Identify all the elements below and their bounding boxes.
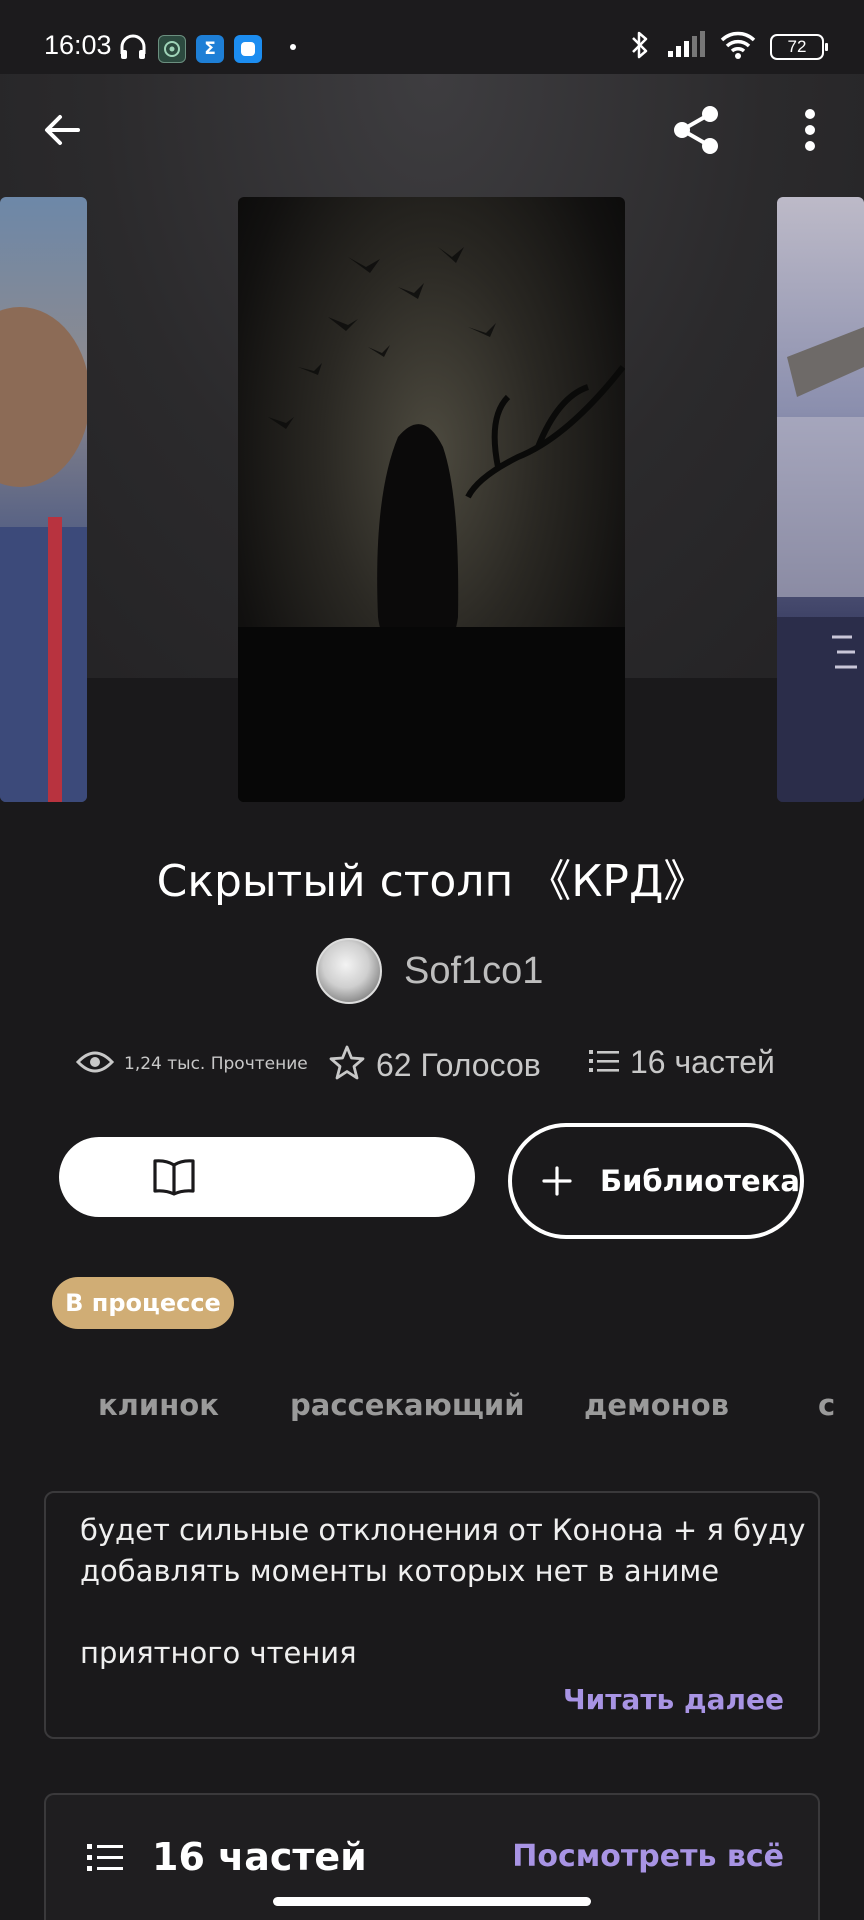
reads-count: 1,24 тыс. Прочтение: [124, 1054, 308, 1074]
cover-current[interactable]: [238, 197, 625, 802]
home-indicator[interactable]: [273, 1897, 591, 1906]
share-button[interactable]: [662, 98, 730, 166]
share-icon: [668, 102, 724, 162]
back-button[interactable]: [30, 100, 94, 164]
cover-previous[interactable]: [0, 197, 87, 802]
description-line: будет сильные отклонения от Конона + я б…: [80, 1513, 806, 1547]
story-stats: 1,24 тыс. Прочтение 62 Голосов 16 частей: [75, 1044, 816, 1094]
author-link[interactable]: Sof1co1: [316, 938, 543, 1004]
cover-next[interactable]: [777, 197, 864, 802]
more-button[interactable]: [780, 98, 840, 166]
wifi-icon: [720, 31, 756, 63]
description-line: приятного чтения: [80, 1636, 357, 1670]
status-bar: 16:03 Σ 72: [0, 0, 864, 74]
sigma-app-icon: Σ: [196, 35, 224, 63]
parts-count: 16 частей: [630, 1044, 775, 1080]
app-icon-1: [158, 35, 186, 63]
book-open-icon: [152, 1157, 196, 1201]
tag-chip[interactable]: клинок: [98, 1380, 219, 1430]
votes-count: 62 Голосов: [376, 1046, 541, 1083]
bluetooth-icon: [628, 30, 652, 64]
description-line: добавлять моменты которых нет в аниме: [80, 1554, 720, 1588]
tag-chip[interactable]: демонов: [584, 1380, 729, 1430]
votes-stat: 62 Голосов: [328, 1044, 541, 1086]
list-icon: [86, 1841, 124, 1879]
read-button[interactable]: [59, 1137, 475, 1217]
list-icon: [588, 1046, 620, 1080]
tag-chip[interactable]: рассекающий: [290, 1380, 525, 1430]
headphones-icon: [118, 32, 148, 66]
status-badge: В процессе: [52, 1277, 234, 1329]
more-vertical-icon: [804, 108, 816, 156]
arrow-left-icon: [42, 110, 82, 154]
tag-list: клинок рассекающий демонов с: [58, 1380, 864, 1430]
tag-chip[interactable]: с: [818, 1380, 835, 1430]
notification-dot: [290, 44, 296, 50]
parts-title: 16 частей: [152, 1835, 367, 1879]
parts-stat: 16 частей: [588, 1044, 775, 1081]
plus-icon: [542, 1166, 572, 1196]
author-name[interactable]: Sof1co1: [404, 950, 543, 993]
status-time: 16:03: [44, 30, 112, 60]
see-all-link[interactable]: Посмотреть всё: [512, 1839, 784, 1874]
eye-icon: [75, 1048, 115, 1080]
read-more-link[interactable]: Читать далее: [563, 1683, 784, 1716]
blue-app-icon: [234, 35, 262, 63]
description-card: будет сильные отклонения от Конона + я б…: [44, 1491, 820, 1739]
story-title: Скрытый столп 《КРД》: [156, 856, 708, 907]
avatar[interactable]: [316, 938, 382, 1004]
add-to-library-button[interactable]: Библиотека: [508, 1123, 804, 1239]
reads-stat: 1,24 тыс. Прочтение: [75, 1048, 308, 1080]
library-label: Библиотека: [600, 1164, 800, 1198]
signal-icon: [666, 31, 706, 63]
top-toolbar: [0, 74, 864, 198]
battery-icon: 72: [770, 34, 828, 60]
star-icon: [328, 1044, 366, 1086]
